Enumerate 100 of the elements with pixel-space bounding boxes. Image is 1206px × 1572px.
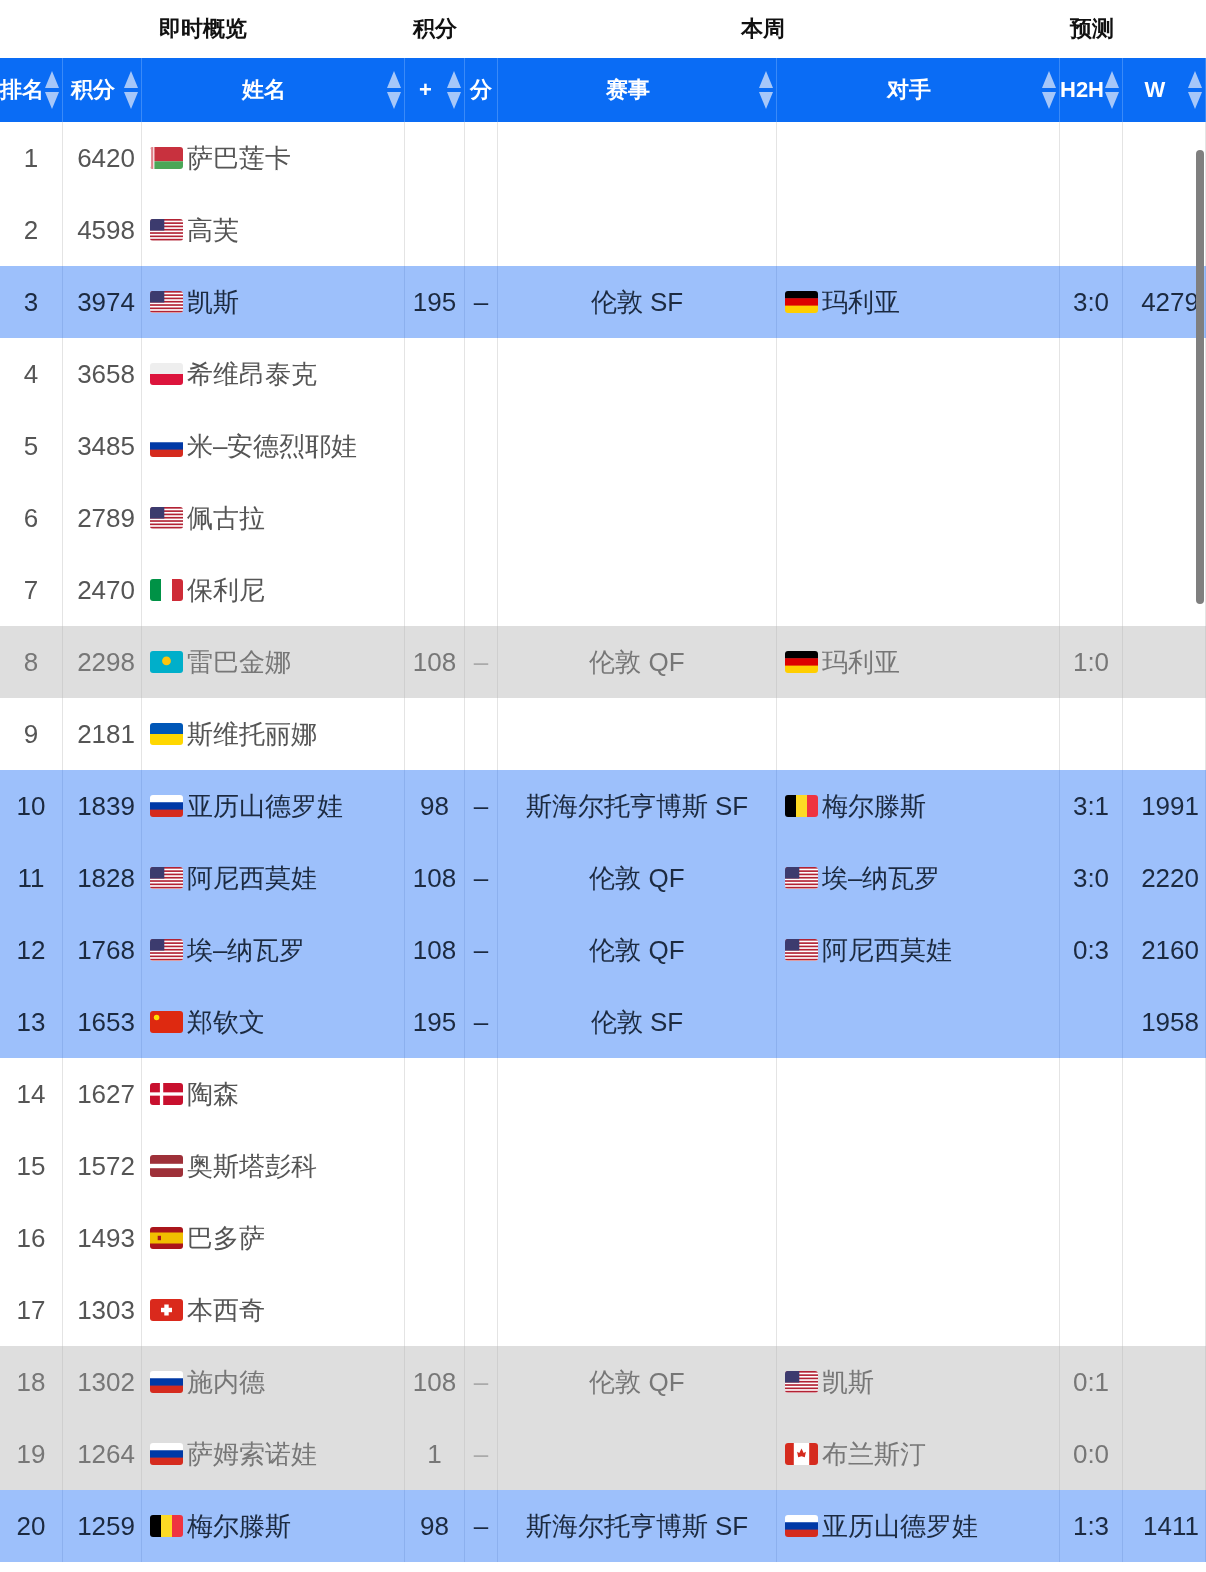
- projected-points: 1958: [1141, 1006, 1199, 1038]
- points-loss: –: [473, 862, 489, 894]
- points-text: 4598: [77, 214, 135, 246]
- projected-points: 1411: [1143, 1510, 1199, 1542]
- h2h-text: 3:0: [1072, 286, 1110, 318]
- sort-icon[interactable]: [386, 70, 402, 110]
- rank-text: 7: [23, 574, 39, 606]
- event-text: 伦敦 QF: [589, 861, 685, 895]
- projected-points: 2160: [1141, 934, 1199, 966]
- event-text: 伦敦 SF: [590, 1005, 684, 1039]
- player-name: 萨姆索诺娃: [187, 1437, 317, 1471]
- sort-icon[interactable]: [758, 70, 774, 110]
- column-header[interactable]: 分: [465, 58, 498, 122]
- rank-text: 2: [23, 214, 39, 246]
- column-header[interactable]: 姓名: [142, 58, 405, 122]
- opponent-name: 亚历山德罗娃: [822, 1509, 978, 1543]
- sort-icon[interactable]: [1187, 70, 1203, 110]
- column-header[interactable]: 赛事: [498, 58, 777, 122]
- points-text: 6420: [77, 142, 135, 174]
- points-text: 1302: [77, 1366, 135, 1398]
- opponent-name: 玛利亚: [822, 645, 900, 679]
- column-header[interactable]: H2H: [1060, 58, 1123, 122]
- points-gain: 108: [412, 1366, 457, 1398]
- h2h-text: 0:3: [1072, 934, 1110, 966]
- points-text: 1828: [77, 862, 135, 894]
- points-text: 2789: [77, 502, 135, 534]
- player-name: 保利尼: [187, 573, 265, 607]
- column-group-header: 本周: [740, 16, 785, 41]
- points-gain: 1: [427, 1438, 442, 1470]
- column-header[interactable]: 排名: [0, 58, 63, 122]
- h2h-text: 0:1: [1072, 1366, 1110, 1398]
- opponent-name: 凯斯: [822, 1365, 874, 1399]
- points-loss: –: [473, 1006, 489, 1038]
- points-loss: –: [473, 1366, 489, 1398]
- event-text: 伦敦 QF: [589, 933, 685, 967]
- h2h-text: 3:0: [1072, 862, 1110, 894]
- points-loss: –: [473, 1438, 489, 1470]
- opponent-name: 阿尼西莫娃: [822, 933, 952, 967]
- player-name: 郑钦文: [187, 1005, 265, 1039]
- column-header[interactable]: +: [405, 58, 465, 122]
- opponent-name: 玛利亚: [822, 285, 900, 319]
- h2h-text: 0:0: [1072, 1438, 1110, 1470]
- player-name: 萨巴莲卡: [187, 141, 291, 175]
- rank-text: 15: [16, 1150, 46, 1182]
- rank-text: 14: [16, 1078, 46, 1110]
- rank-text: 11: [17, 862, 45, 894]
- rank-text: 5: [23, 430, 39, 462]
- h2h-text: 1:0: [1072, 646, 1110, 678]
- points-text: 3974: [77, 286, 135, 318]
- column-group-header: 积分: [413, 16, 457, 41]
- points-text: 2298: [77, 646, 135, 678]
- sort-icon[interactable]: [1104, 70, 1120, 110]
- sort-icon[interactable]: [1041, 70, 1057, 110]
- opponent-name: 梅尔滕斯: [822, 789, 926, 823]
- event-text: 斯海尔托亨博斯 SF: [525, 789, 749, 823]
- player-name: 雷巴金娜: [187, 645, 291, 679]
- column-header[interactable]: W: [1123, 58, 1206, 122]
- player-name: 斯维托丽娜: [187, 717, 317, 751]
- points-gain: 108: [412, 862, 457, 894]
- rank-text: 4: [23, 358, 39, 390]
- scrollbar[interactable]: [1196, 150, 1204, 604]
- event-text: 伦敦 SF: [590, 285, 684, 319]
- points-loss: –: [473, 934, 489, 966]
- rank-text: 10: [16, 790, 46, 822]
- points-loss: –: [473, 646, 489, 678]
- points-text: 1259: [77, 1510, 135, 1542]
- player-name: 佩古拉: [187, 501, 265, 535]
- rank-text: 9: [23, 718, 39, 750]
- points-gain: 98: [420, 1510, 449, 1542]
- player-name: 埃–纳瓦罗: [187, 933, 306, 967]
- points-text: 1839: [77, 790, 135, 822]
- h2h-text: 1:3: [1072, 1510, 1110, 1542]
- points-text: 3485: [77, 430, 135, 462]
- column-header[interactable]: 积分: [63, 58, 142, 122]
- points-text: 1493: [77, 1222, 135, 1254]
- event-text: 伦敦 QF: [589, 645, 685, 679]
- rank-text: 12: [16, 934, 46, 966]
- rank-text: 1: [23, 142, 39, 174]
- opponent-name: 布兰斯汀: [822, 1437, 926, 1471]
- player-name: 本西奇: [187, 1293, 265, 1327]
- rank-text: 3: [23, 286, 39, 318]
- sort-icon[interactable]: [44, 70, 60, 110]
- event-text: 伦敦 QF: [589, 1365, 685, 1399]
- points-loss: –: [473, 286, 489, 318]
- sort-icon[interactable]: [446, 70, 462, 110]
- column-group-header: 即时概览: [158, 16, 247, 41]
- points-text: 3658: [77, 358, 135, 390]
- points-text: 1303: [77, 1294, 135, 1326]
- sort-icon[interactable]: [123, 70, 139, 110]
- points-gain: 98: [420, 790, 449, 822]
- h2h-text: 3:1: [1072, 790, 1110, 822]
- points-gain: 195: [412, 286, 457, 318]
- rank-text: 17: [16, 1294, 46, 1326]
- column-header[interactable]: 对手: [777, 58, 1060, 122]
- points-text: 1264: [77, 1438, 135, 1470]
- points-loss: –: [473, 790, 489, 822]
- player-name: 凯斯: [187, 285, 239, 319]
- player-name: 奥斯塔彭科: [187, 1149, 317, 1183]
- player-name: 陶森: [187, 1077, 239, 1111]
- opponent-name: 埃–纳瓦罗: [822, 861, 941, 895]
